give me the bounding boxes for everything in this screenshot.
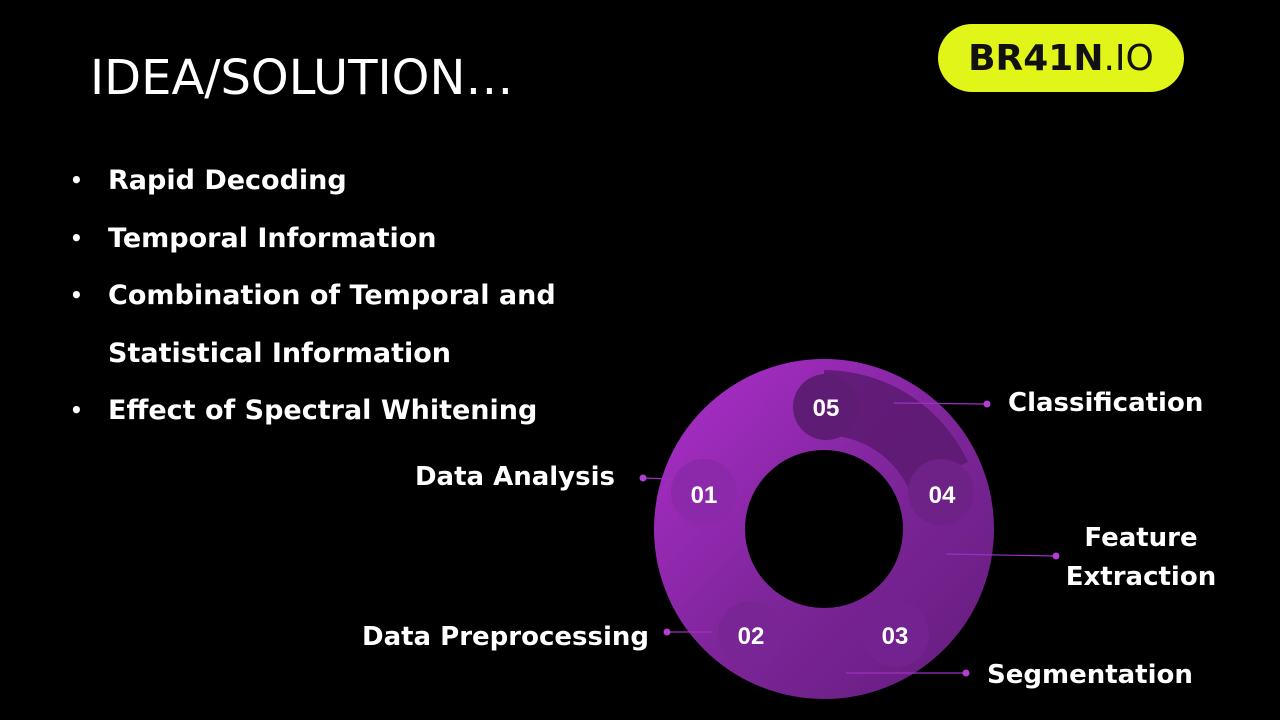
stage-label-data-analysis: Data Analysis (415, 462, 615, 492)
stage-label-extraction: Extraction (1066, 562, 1216, 592)
stage-label-feature: Feature (1084, 523, 1197, 553)
stage-number-04: 04 (929, 482, 956, 509)
stage-number-01: 01 (691, 482, 718, 509)
stage-number-05: 05 (813, 395, 840, 422)
stage-number-02: 02 (738, 623, 765, 650)
stage-label-data-preprocessing: Data Preprocessing (362, 622, 649, 652)
connector-dot (639, 474, 647, 482)
stage-number-03: 03 (882, 623, 909, 650)
connector-dot (983, 400, 991, 408)
connector-dot (962, 669, 970, 677)
connector-dot (663, 628, 671, 636)
connector-dot (1052, 552, 1060, 560)
process-cycle-diagram: 05 01 04 02 03 Classification Data Analy… (362, 359, 1216, 699)
stage-label-classification: Classification (1008, 388, 1203, 418)
stage-label-segmentation: Segmentation (987, 660, 1193, 690)
